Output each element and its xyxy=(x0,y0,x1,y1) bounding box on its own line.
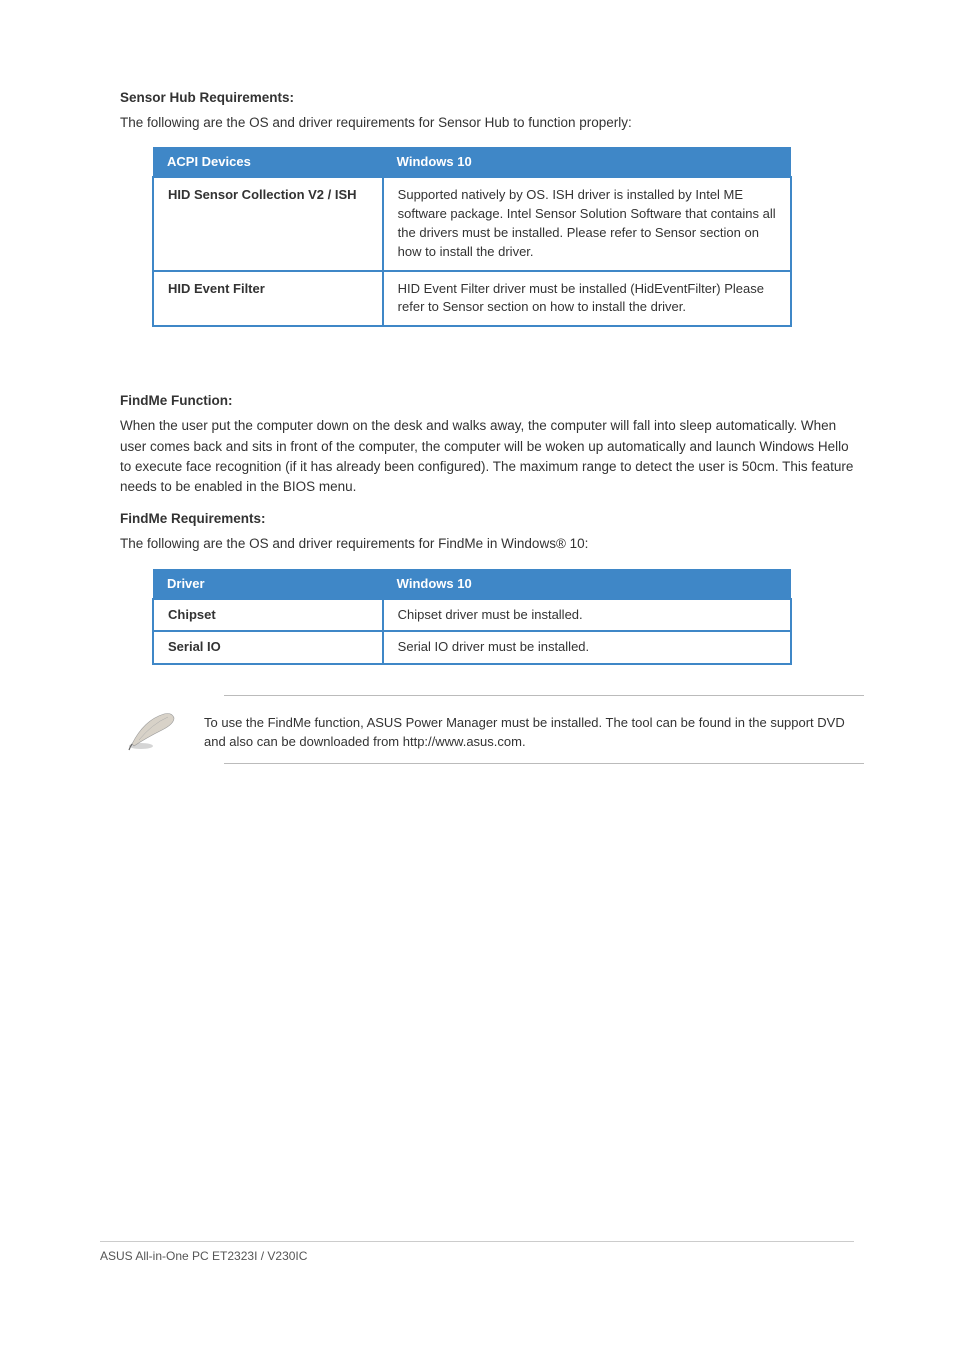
findme-req-title: FindMe Requirements: xyxy=(120,511,854,526)
cell-right: HID Event Filter driver must be installe… xyxy=(383,271,791,327)
note-icon xyxy=(124,700,204,755)
divider xyxy=(224,763,864,764)
cell-right: Supported natively by OS. ISH driver is … xyxy=(383,177,791,270)
table-header-right: Windows 10 xyxy=(383,147,791,177)
note-text: To use the FindMe function, ASUS Power M… xyxy=(204,700,854,752)
cell-left: Serial IO xyxy=(153,631,383,664)
cell-right: Chipset driver must be installed. xyxy=(383,599,791,632)
divider xyxy=(224,695,864,696)
findme-para: When the user put the computer down on t… xyxy=(120,416,854,497)
note-block: To use the FindMe function, ASUS Power M… xyxy=(120,700,854,755)
cell-left: HID Sensor Collection V2 / ISH xyxy=(153,177,383,270)
cell-right: Serial IO driver must be installed. xyxy=(383,631,791,664)
table-row: Chipset Chipset driver must be installed… xyxy=(153,599,791,632)
footer-text: ASUS All-in-One PC ET2323I / V230IC xyxy=(100,1249,307,1263)
table-header-left: ACPI Devices xyxy=(153,147,383,177)
table-header-left: Driver xyxy=(153,569,383,599)
sensor-hub-table: ACPI Devices Windows 10 HID Sensor Colle… xyxy=(152,147,792,327)
table-header-right: Windows 10 xyxy=(383,569,791,599)
table-row: Serial IO Serial IO driver must be insta… xyxy=(153,631,791,664)
cell-left: HID Event Filter xyxy=(153,271,383,327)
cell-left: Chipset xyxy=(153,599,383,632)
findme-table: Driver Windows 10 Chipset Chipset driver… xyxy=(152,569,792,666)
findme-title: FindMe Function: xyxy=(120,393,854,408)
table-header: Driver Windows 10 xyxy=(153,569,791,599)
table-header: ACPI Devices Windows 10 xyxy=(153,147,791,177)
page-footer: ASUS All-in-One PC ET2323I / V230IC xyxy=(100,1241,854,1263)
table-row: HID Event Filter HID Event Filter driver… xyxy=(153,271,791,327)
sensor-hub-para: The following are the OS and driver requ… xyxy=(120,113,854,133)
sensor-hub-title: Sensor Hub Requirements: xyxy=(120,90,854,105)
table-row: HID Sensor Collection V2 / ISH Supported… xyxy=(153,177,791,270)
findme-req-para: The following are the OS and driver requ… xyxy=(120,534,854,554)
